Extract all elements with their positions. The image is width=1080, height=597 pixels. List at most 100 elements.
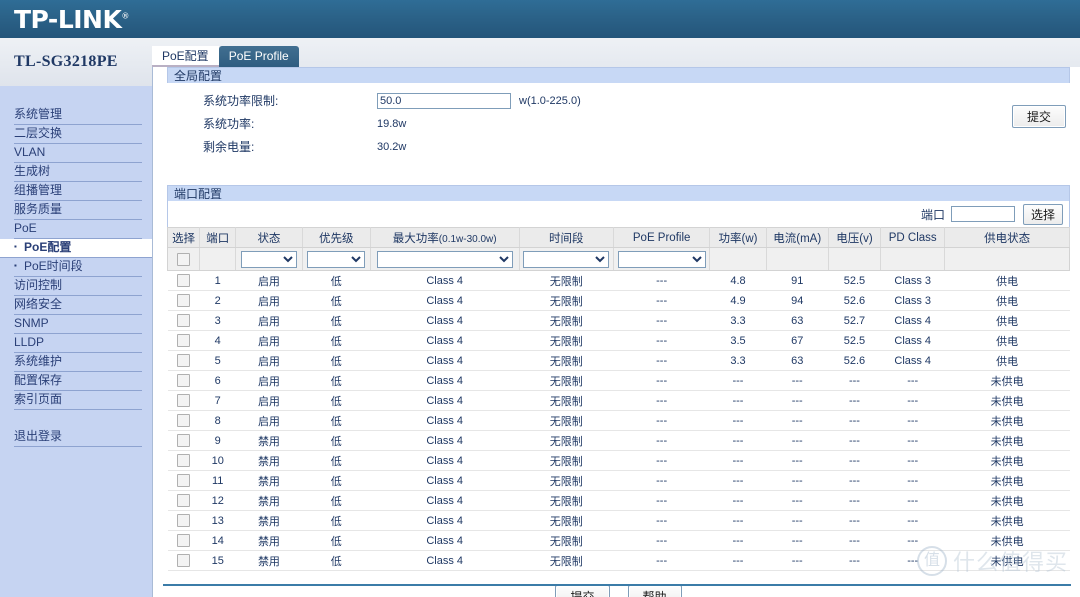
row-checkbox[interactable] (177, 314, 191, 327)
cell-power: --- (709, 550, 767, 571)
cell-current: --- (766, 370, 829, 391)
cell-timerange: 无限制 (519, 310, 614, 331)
cell-status: 未供电 (944, 430, 1070, 451)
submit-button[interactable]: 提交 (555, 585, 610, 597)
table-row[interactable]: 5 启用低 Class 4 无限制 --- 3.3 63 52.6 Class 4 供电 (167, 350, 1070, 371)
sidebar-item-12[interactable]: LLDP (14, 334, 142, 353)
power-limit-row: 系统功率限制: w(1.0-225.0) (167, 91, 1070, 110)
row-checkbox[interactable] (177, 414, 191, 427)
col-timerange: 时间段 (519, 227, 614, 248)
cell-power: 3.3 (709, 350, 767, 371)
cell-current: --- (766, 450, 829, 471)
port-search-input[interactable] (950, 206, 1015, 222)
port-config-title: 端口配置 (167, 185, 1070, 201)
cell-max-power: Class 4 (370, 430, 520, 451)
sidebar-item-7[interactable]: PoE配置 (0, 238, 152, 258)
row-checkbox[interactable] (177, 394, 191, 407)
cell-port: 14 (199, 530, 236, 551)
sidebar-item-8[interactable]: PoE时间段 (14, 257, 142, 277)
table-row[interactable]: 14 禁用低 Class 4 无限制 --- --- --- --- --- 未供电 (167, 530, 1070, 551)
filter-priority-select[interactable] (307, 250, 366, 268)
row-checkbox[interactable] (177, 334, 191, 347)
sidebar-item-6[interactable]: PoE (14, 220, 142, 239)
power-limit-input[interactable] (377, 92, 511, 109)
table-row[interactable]: 11 禁用低 Class 4 无限制 --- --- --- --- --- 未供电 (167, 470, 1070, 491)
cell-state: 启用 (235, 390, 303, 411)
device-model-label: TL-SG3218PE (14, 53, 118, 70)
cell-priority: 低 (302, 310, 371, 331)
tab-poe-config[interactable]: PoE配置 (152, 46, 219, 67)
brand-text: TP-LINK (14, 5, 122, 34)
tab-poe-profile[interactable]: PoE Profile (218, 46, 299, 67)
sidebar-item-10[interactable]: 网络安全 (14, 296, 142, 315)
filter-state-select[interactable] (240, 250, 297, 268)
sidebar-item-9[interactable]: 访问控制 (14, 277, 142, 296)
port-search-label: 端口 (920, 207, 945, 222)
row-checkbox[interactable] (177, 294, 191, 307)
remaining-power-label: 剩余电量: (203, 140, 255, 154)
sidebar-item-3[interactable]: 生成树 (14, 163, 142, 182)
table-row[interactable]: 13 禁用低 Class 4 无限制 --- --- --- --- --- 未供电 (167, 510, 1070, 531)
sidebar-item-label: 索引页面 (14, 392, 63, 406)
table-row[interactable]: 3 启用低 Class 4 无限制 --- 3.3 63 52.7 Class 4 供电 (167, 310, 1070, 331)
row-checkbox[interactable] (177, 474, 191, 487)
table-row[interactable]: 7 启用低 Class 4 无限制 --- --- --- --- --- 未供电 (167, 390, 1070, 411)
tplink-logo: TP-LINK® (14, 5, 129, 34)
filter-profile-select[interactable] (617, 250, 706, 268)
row-checkbox[interactable] (177, 554, 191, 567)
sidebar-item-logout[interactable]: 退出登录 (14, 428, 142, 447)
footer-buttons: 提交 帮助 (167, 585, 1070, 597)
table-row[interactable]: 1 启用低 Class 4 无限制 --- 4.8 91 52.5 Class 3 供电 (167, 270, 1070, 291)
cell-max-power: Class 4 (370, 310, 520, 331)
table-row[interactable]: 9 禁用低 Class 4 无限制 --- --- --- --- --- 未供电 (167, 430, 1070, 451)
cell-port: 15 (199, 550, 236, 571)
row-checkbox[interactable] (177, 454, 191, 467)
filter-timerange-select[interactable] (523, 250, 610, 268)
row-checkbox[interactable] (177, 514, 191, 527)
sidebar-item-13[interactable]: 系统维护 (14, 353, 142, 372)
row-checkbox[interactable] (177, 354, 191, 367)
sidebar-item-14[interactable]: 配置保存 (14, 372, 142, 391)
cell-state: 禁用 (235, 490, 303, 511)
sidebar-item-15[interactable]: 索引页面 (14, 391, 142, 410)
cell-pd-class: Class 4 (880, 330, 945, 351)
cell-timerange: 无限制 (519, 470, 614, 491)
row-checkbox[interactable] (177, 434, 191, 447)
sidebar-item-5[interactable]: 服务质量 (14, 201, 142, 220)
cell-priority: 低 (302, 290, 371, 311)
row-checkbox[interactable] (177, 374, 191, 387)
cell-state: 禁用 (235, 530, 303, 551)
sidebar-item-0[interactable]: 系统管理 (14, 106, 142, 125)
table-row[interactable]: 15 禁用低 Class 4 无限制 --- --- --- --- --- 未供电 (167, 550, 1070, 571)
table-row[interactable]: 12 禁用低 Class 4 无限制 --- --- --- --- --- 未供电 (167, 490, 1070, 511)
global-submit-button[interactable]: 提交 (1011, 105, 1066, 128)
port-select-button[interactable]: 选择 (1022, 203, 1063, 225)
help-button[interactable]: 帮助 (627, 585, 682, 597)
sidebar-item-4[interactable]: 组播管理 (14, 182, 142, 201)
cell-pd-class: --- (880, 430, 945, 451)
sidebar-item-2[interactable]: VLAN (14, 144, 142, 163)
table-row[interactable]: 6 启用低 Class 4 无限制 --- --- --- --- --- 未供电 (167, 370, 1070, 391)
row-checkbox[interactable] (177, 274, 191, 287)
cell-status: 未供电 (944, 450, 1070, 471)
table-row[interactable]: 8 启用低 Class 4 无限制 --- --- --- --- --- 未供电 (167, 410, 1070, 431)
row-checkbox[interactable] (177, 494, 191, 507)
table-row[interactable]: 10 禁用低 Class 4 无限制 --- --- --- --- --- 未供电 (167, 450, 1070, 471)
filter-max-power-select[interactable] (376, 250, 513, 268)
select-all-checkbox[interactable] (177, 252, 191, 266)
sidebar-item-label: 生成树 (14, 164, 51, 178)
table-row[interactable]: 4 启用低 Class 4 无限制 --- 3.5 67 52.5 Class 4 供电 (167, 330, 1070, 351)
cell-power: --- (709, 530, 767, 551)
cell-voltage: 52.6 (828, 350, 881, 371)
table-row[interactable]: 2 启用低 Class 4 无限制 --- 4.9 94 52.6 Class 3 供电 (167, 290, 1070, 311)
cell-profile: --- (613, 550, 710, 571)
cell-state: 启用 (235, 290, 303, 311)
cell-state: 禁用 (235, 510, 303, 531)
sidebar-item-1[interactable]: 二层交换 (14, 125, 142, 144)
cell-port: 10 (199, 450, 236, 471)
cell-power: --- (709, 370, 767, 391)
sidebar-item-11[interactable]: SNMP (14, 315, 142, 334)
cell-timerange: 无限制 (519, 410, 614, 431)
row-checkbox[interactable] (177, 534, 191, 547)
row-select-cell (167, 370, 200, 391)
